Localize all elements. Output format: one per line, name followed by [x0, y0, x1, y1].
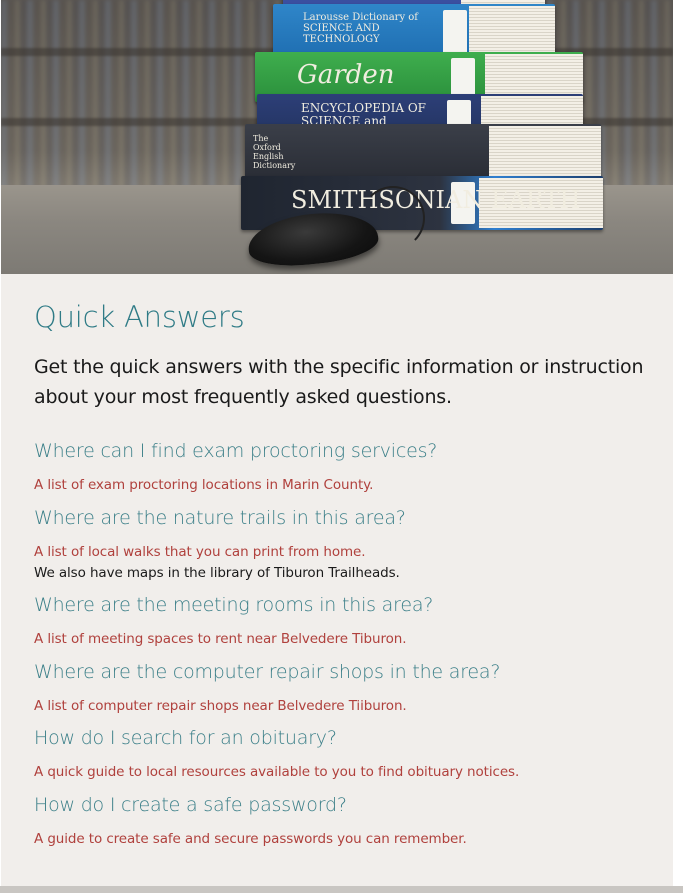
faq-answer-link[interactable]: A list of meeting spaces to rent near Be… [34, 631, 407, 647]
page-title: Quick Answers [34, 300, 245, 334]
faq-answer-link[interactable]: A list of local walks that you can print… [34, 544, 366, 560]
faq-answer-link[interactable]: A list of computer repair shops near Bel… [34, 698, 407, 714]
footer-divider [0, 886, 683, 893]
faq-answer-link[interactable]: A quick guide to local resources availab… [34, 764, 519, 780]
faq-question: How do I create a safe password? [34, 794, 347, 816]
book-title: Larousse Dictionary of SCIENCE AND TECHN… [303, 12, 418, 45]
faq-question: Where are the nature trails in this area… [34, 507, 406, 529]
book-title: The Oxford English Dictionary [253, 134, 296, 170]
hero-image: Larousse Dictionary of SCIENCE AND TECHN… [1, 0, 673, 274]
faq-answer-link[interactable]: A guide to create safe and secure passwo… [34, 831, 467, 847]
faq-note: We also have maps in the library of Tibu… [34, 565, 400, 581]
faq-question: Where are the computer repair shops in t… [34, 661, 501, 683]
page: Larousse Dictionary of SCIENCE AND TECHN… [0, 0, 683, 893]
book-title: SMITHSONIAN EARTH [291, 186, 581, 214]
faq-question: How do I search for an obituary? [34, 727, 337, 749]
faq-answer-link[interactable]: A list of exam proctoring locations in M… [34, 477, 373, 493]
faq-question: Where are the meeting rooms in this area… [34, 594, 434, 616]
faq-question: Where can I find exam proctoring service… [34, 440, 438, 462]
book-title: Garden [297, 60, 395, 90]
intro-text: Get the quick answers with the specific … [34, 356, 644, 408]
